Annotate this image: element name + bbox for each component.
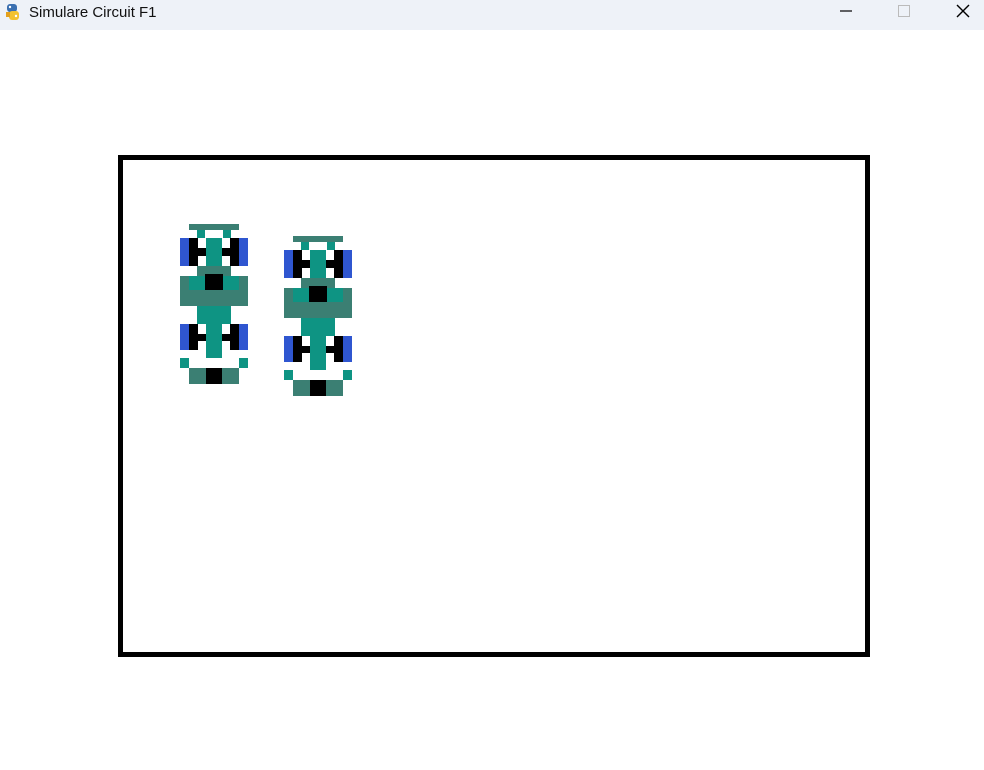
- close-icon: [956, 4, 970, 23]
- minimize-icon: [840, 4, 852, 22]
- maximize-button[interactable]: [881, 0, 927, 26]
- f1-car-2: [284, 236, 352, 396]
- maximize-icon: [898, 4, 910, 22]
- game-canvas[interactable]: [0, 30, 984, 770]
- title-bar[interactable]: Simulare Circuit F1: [0, 0, 984, 30]
- window-title: Simulare Circuit F1: [29, 4, 157, 21]
- python-snake-icon: [4, 3, 22, 23]
- close-button[interactable]: [940, 0, 984, 26]
- f1-car-1: [180, 224, 248, 384]
- app-window: Simulare Circuit F1: [0, 0, 984, 770]
- minimize-button[interactable]: [823, 0, 869, 26]
